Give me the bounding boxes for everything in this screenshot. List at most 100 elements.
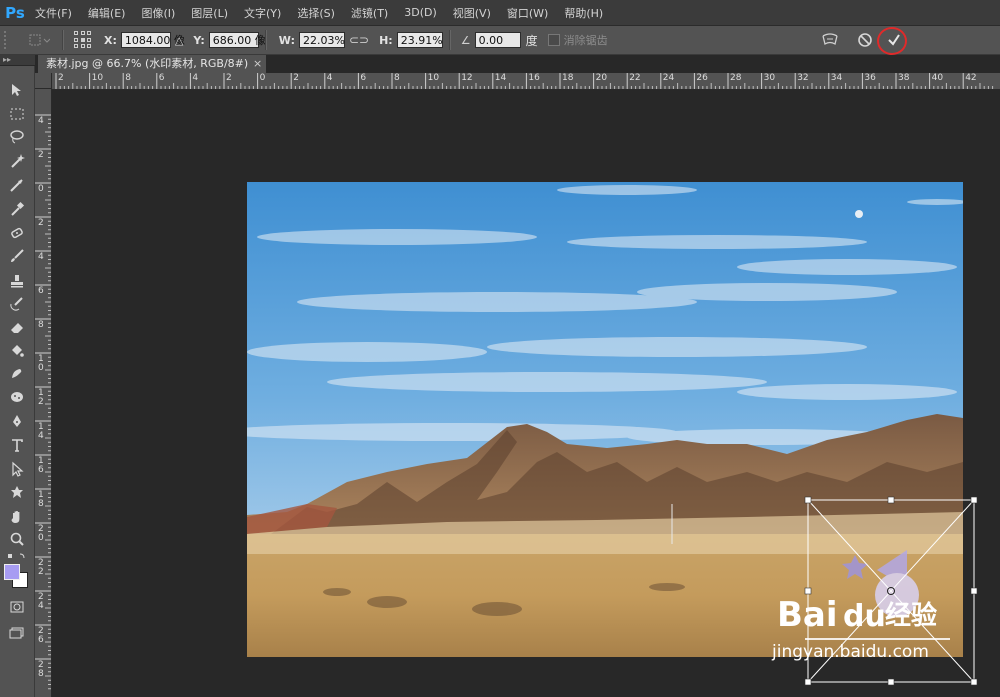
ruler-label: 2 xyxy=(38,218,44,228)
dodge-tool[interactable] xyxy=(5,387,29,407)
sponge-icon xyxy=(11,392,23,402)
menu-3d[interactable]: 3D(D) xyxy=(399,6,442,19)
canvas-workspace[interactable]: Bai du 经验 jingyan.baidu.com xyxy=(52,90,1000,697)
x-label: X: xyxy=(104,33,117,47)
quick-mask-tool[interactable] xyxy=(5,597,29,617)
menu-file[interactable]: 文件(F) xyxy=(30,5,77,21)
menu-image[interactable]: 图像(I) xyxy=(136,5,180,21)
delta-icon[interactable]: △ xyxy=(175,34,183,47)
tool-preset-picker[interactable] xyxy=(22,30,56,50)
screen-mode-tool[interactable] xyxy=(5,622,29,642)
menu-select[interactable]: 选择(S) xyxy=(292,5,340,21)
width-field[interactable]: 22.03% xyxy=(298,32,345,48)
ruler-label: 26 xyxy=(696,73,708,83)
color-reset[interactable] xyxy=(5,551,29,563)
panel-collapse-strip[interactable]: ▸▸ xyxy=(0,55,37,65)
eyedropper-tool[interactable] xyxy=(5,199,29,219)
pen-icon xyxy=(13,415,21,427)
quick-mask-icon xyxy=(10,601,24,613)
angle-field[interactable]: 0.00 xyxy=(474,32,521,48)
crop-tool[interactable] xyxy=(5,176,29,196)
history-brush-icon xyxy=(10,297,23,311)
menu-help[interactable]: 帮助(H) xyxy=(559,5,608,21)
path-selection-tool[interactable] xyxy=(5,459,29,479)
magic-wand-tool[interactable] xyxy=(5,151,29,171)
ruler-label: 10 xyxy=(427,73,440,83)
ruler-label: 2 4 xyxy=(38,592,44,611)
ruler-label: 38 xyxy=(898,73,910,83)
ruler-label: 2 0 xyxy=(38,524,44,543)
reference-point-locator[interactable] xyxy=(74,31,92,49)
ruler-label: 10 xyxy=(91,73,104,83)
menu-edit[interactable]: 编辑(E) xyxy=(83,5,131,21)
ruler-label: 30 xyxy=(763,73,776,83)
lasso-tool[interactable] xyxy=(5,127,29,147)
ruler-label: 8 xyxy=(394,73,400,83)
pen-tool[interactable] xyxy=(5,411,29,431)
healing-tool[interactable] xyxy=(5,223,29,243)
paint-bucket-icon xyxy=(12,345,24,357)
ruler-label: 2 2 xyxy=(38,558,44,577)
custom-shape-tool[interactable] xyxy=(5,482,29,502)
link-icon[interactable]: ⊂⊃ xyxy=(349,33,369,47)
close-tab-icon[interactable]: × xyxy=(253,55,262,73)
separator xyxy=(264,30,267,50)
document-tab-bar: 素材.jpg @ 66.7% (水印素材, RGB/8#) × xyxy=(35,55,1000,73)
w-label: W: xyxy=(278,33,295,47)
ruler-label: 2 6 xyxy=(38,626,44,645)
ruler-label: 20 xyxy=(595,73,608,83)
eraser-tool[interactable] xyxy=(5,317,29,337)
checkmark-icon xyxy=(888,34,900,46)
menu-layer[interactable]: 图层(L) xyxy=(186,5,233,21)
cancel-transform-button[interactable] xyxy=(856,31,874,49)
ruler-label: 2 xyxy=(293,73,299,83)
screen-mode-icon xyxy=(9,627,24,639)
y-field[interactable]: 686.00 像 xyxy=(208,32,266,48)
ruler-label: 4 xyxy=(38,116,44,126)
separator xyxy=(448,30,451,50)
history-brush-tool[interactable] xyxy=(5,294,29,314)
clone-stamp-tool[interactable] xyxy=(5,271,29,291)
ruler-label: 1 4 xyxy=(38,422,44,441)
menu-view[interactable]: 视图(V) xyxy=(448,5,496,21)
hand-tool[interactable] xyxy=(5,507,29,527)
eraser-icon xyxy=(11,323,23,333)
marquee-tool[interactable] xyxy=(5,104,29,124)
swap-colors-icon xyxy=(8,553,25,559)
ruler-label: 2 xyxy=(38,150,44,160)
paint-bucket-tool[interactable] xyxy=(5,341,29,361)
type-tool[interactable] xyxy=(5,435,29,455)
brush-icon xyxy=(11,249,24,262)
ruler-label: 1 2 xyxy=(38,388,44,407)
transform-bounding-box[interactable] xyxy=(802,490,982,690)
angle-unit: 度 xyxy=(525,33,538,48)
crop-icon xyxy=(10,179,23,192)
warp-mode-button[interactable] xyxy=(820,30,840,50)
foreground-color-swatch[interactable] xyxy=(4,564,20,580)
ruler-label: 4 xyxy=(192,73,199,83)
ruler-label: 2 8 xyxy=(38,660,44,679)
options-grip[interactable] xyxy=(4,31,14,49)
menu-type[interactable]: 文字(Y) xyxy=(239,5,286,21)
zoom-tool[interactable] xyxy=(5,529,29,549)
ruler-label: 32 xyxy=(797,73,809,83)
document-tab[interactable]: 素材.jpg @ 66.7% (水印素材, RGB/8#) × xyxy=(38,55,267,73)
menu-window[interactable]: 窗口(W) xyxy=(502,5,553,21)
move-tool[interactable] xyxy=(5,80,29,100)
ruler-label: 2 xyxy=(226,73,232,83)
menu-filter[interactable]: 滤镜(T) xyxy=(346,5,393,21)
antialias-checkbox[interactable] xyxy=(547,34,560,46)
cancel-icon xyxy=(858,33,872,47)
horizontal-ruler[interactable]: 2 10 8 6 4 2 0 2 4 6 8 10 12 14 16 18 20 22 24 26 28 30 32 34 36… xyxy=(52,73,1000,90)
type-icon xyxy=(12,439,23,452)
x-field[interactable]: 1084.00 像 xyxy=(120,32,185,48)
height-field[interactable]: 23.91% xyxy=(396,32,443,48)
ruler-label: 0 xyxy=(259,73,266,83)
ruler-label: 6 xyxy=(360,73,367,83)
commit-transform-button[interactable] xyxy=(882,28,906,52)
vertical-ruler[interactable]: 4 2 0 2 4 6 8 1 0 1 2 1 4 1 6 1 8 2 0 2 2 2 4 2 6 2 8 xyxy=(35,89,52,697)
blur-tool[interactable] xyxy=(5,364,29,384)
ruler-origin[interactable] xyxy=(35,73,52,89)
ruler-label: 14 xyxy=(494,73,507,83)
brush-tool[interactable] xyxy=(5,246,29,266)
